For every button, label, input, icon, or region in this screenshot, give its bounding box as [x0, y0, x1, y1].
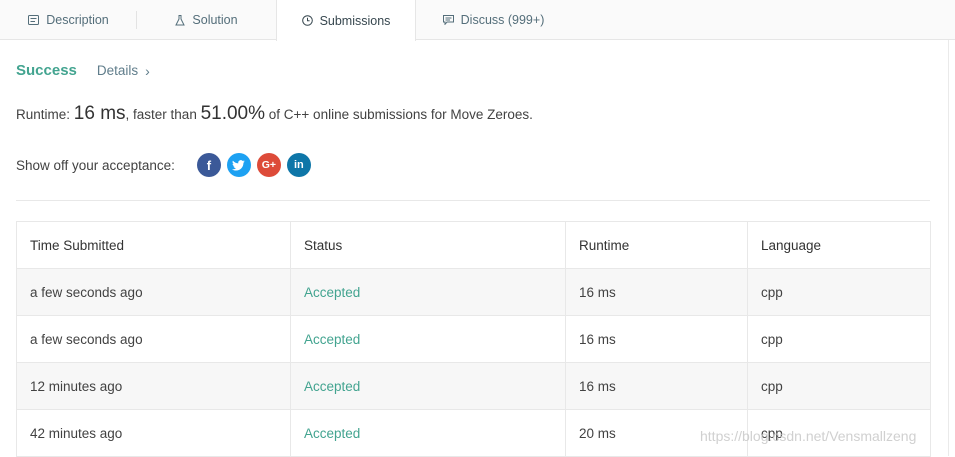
result-header: Success Details › [16, 62, 150, 79]
runtime-percent: 51.00% [200, 103, 266, 124]
clock-icon [301, 15, 313, 26]
details-link[interactable]: Details › [97, 63, 150, 79]
column-header-time[interactable]: Time Submitted [16, 221, 291, 269]
runtime-suffix: of C++ online submissions for Move Zeroe… [265, 107, 533, 122]
accepted-link[interactable]: Accepted [304, 426, 360, 441]
tab-submissions[interactable]: Submissions [276, 0, 416, 41]
runtime-middle: , faster than [125, 107, 201, 122]
accepted-link[interactable]: Accepted [304, 285, 360, 300]
comment-icon [442, 15, 454, 26]
runtime-summary: Runtime: 16 ms, faster than 51.00% of C+… [16, 103, 533, 125]
cell-runtime: 16 ms [565, 268, 748, 316]
share-row: Show off your acceptance: f G+ in [16, 153, 317, 177]
tab-discuss[interactable]: Discuss (999+) [416, 0, 571, 40]
column-header-language[interactable]: Language [747, 221, 931, 269]
tab-label: Discuss (999+) [460, 13, 545, 27]
watermark: https://blog.csdn.net/Vensmallzeng [700, 428, 917, 444]
tab-solution[interactable]: Solution [137, 0, 276, 40]
tab-label: Description [46, 13, 109, 27]
tab-label: Submissions [319, 13, 391, 28]
submissions-table: Time Submitted Status Runtime Language a… [16, 221, 931, 457]
cell-language: cpp [747, 315, 931, 363]
facebook-icon[interactable]: f [196, 153, 221, 177]
status-success: Success [16, 62, 77, 79]
table-header-row: Time Submitted Status Runtime Language [16, 221, 931, 269]
cell-status: Accepted [290, 315, 566, 363]
cell-runtime: 16 ms [565, 315, 748, 363]
accepted-link[interactable]: Accepted [304, 379, 360, 394]
share-label: Show off your acceptance: [16, 157, 175, 173]
cell-language: cpp [747, 268, 931, 316]
twitter-icon[interactable] [226, 153, 251, 177]
accepted-link[interactable]: Accepted [304, 332, 360, 347]
column-header-status[interactable]: Status [290, 221, 566, 269]
cell-time: 42 minutes ago [16, 409, 291, 457]
cell-time: a few seconds ago [16, 315, 291, 363]
panel-border [948, 40, 949, 456]
flask-icon [175, 14, 186, 26]
details-label: Details [96, 63, 139, 78]
share-icons: f G+ in [196, 153, 317, 177]
table-row: 12 minutes ago Accepted 16 ms cpp [16, 362, 931, 410]
cell-language: cpp [747, 362, 931, 410]
cell-time: 12 minutes ago [16, 362, 291, 410]
linkedin-icon[interactable]: in [286, 153, 311, 177]
column-header-runtime[interactable]: Runtime [565, 221, 748, 269]
tab-label: Solution [192, 13, 238, 27]
cell-runtime: 16 ms [565, 362, 748, 410]
table-row: a few seconds ago Accepted 16 ms cpp [16, 315, 931, 363]
tab-bar: Description Solution Submissions Discuss… [0, 0, 955, 41]
google-plus-icon[interactable]: G+ [256, 153, 281, 177]
runtime-value: 16 ms [73, 103, 126, 124]
cell-status: Accepted [290, 409, 566, 457]
description-icon [28, 15, 40, 25]
table-row: a few seconds ago Accepted 16 ms cpp [16, 268, 931, 316]
runtime-prefix: Runtime: [16, 107, 74, 122]
divider [16, 200, 930, 201]
cell-status: Accepted [290, 362, 566, 410]
cell-status: Accepted [290, 268, 566, 316]
cell-time: a few seconds ago [16, 268, 291, 316]
tab-description[interactable]: Description [0, 0, 137, 40]
chevron-right-icon: › [145, 62, 150, 79]
